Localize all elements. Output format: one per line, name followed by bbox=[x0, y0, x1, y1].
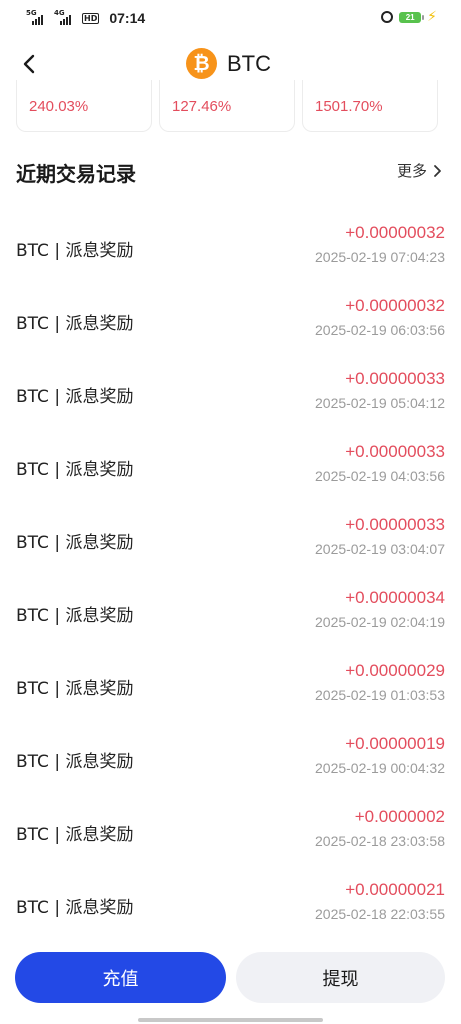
record-amount: +0.0000002 bbox=[354, 807, 445, 826]
record-label: BTC | 派息奖励 bbox=[16, 460, 134, 480]
record-time: 2025-02-19 02:04:19 bbox=[315, 614, 445, 630]
more-link[interactable]: 更多 bbox=[397, 160, 443, 181]
record-label: BTC | 派息奖励 bbox=[16, 533, 134, 553]
record-time: 2025-02-19 03:04:07 bbox=[315, 541, 445, 557]
signal-icon: 4G bbox=[54, 9, 76, 25]
record-row[interactable]: BTC | 派息奖励 +0.00000033 2025-02-19 03:04:… bbox=[0, 508, 461, 572]
record-amount: +0.00000032 bbox=[345, 296, 445, 315]
record-row[interactable]: BTC | 派息奖励 +0.0000002 2025-02-18 23:03:5… bbox=[0, 800, 461, 864]
record-row[interactable]: BTC | 派息奖励 +0.00000019 2025-02-19 00:04:… bbox=[0, 727, 461, 791]
page-title: BTC bbox=[227, 50, 271, 76]
record-time: 2025-02-18 23:03:58 bbox=[315, 833, 445, 849]
record-time: 2025-02-19 00:04:32 bbox=[315, 760, 445, 776]
record-row[interactable]: BTC | 派息奖励 +0.00000032 2025-02-19 06:03:… bbox=[0, 289, 461, 353]
record-time: 2025-02-19 07:04:23 bbox=[315, 249, 445, 265]
record-label: BTC | 派息奖励 bbox=[16, 898, 134, 918]
status-bar: 5G 4G HD 07:14 21 ⚡ bbox=[0, 0, 461, 36]
record-label: BTC | 派息奖励 bbox=[16, 314, 134, 334]
stat-card: 1501.70% bbox=[302, 80, 438, 132]
deposit-button[interactable]: 充值 bbox=[15, 952, 226, 1003]
record-row[interactable]: BTC | 派息奖励 +0.00000033 2025-02-19 05:04:… bbox=[0, 362, 461, 426]
record-time: 2025-02-19 04:03:56 bbox=[315, 468, 445, 484]
record-time: 2025-02-19 01:03:53 bbox=[315, 687, 445, 703]
section-title: 近期交易记录 bbox=[16, 162, 136, 186]
status-time: 07:14 bbox=[109, 10, 146, 26]
title-group: ₿ BTC bbox=[186, 48, 271, 79]
record-amount: +0.00000033 bbox=[345, 369, 445, 388]
stat-card: 240.03% bbox=[16, 80, 152, 132]
record-label: BTC | 派息奖励 bbox=[16, 241, 134, 261]
record-label: BTC | 派息奖励 bbox=[16, 679, 134, 699]
record-time: 2025-02-19 05:04:12 bbox=[315, 395, 445, 411]
back-button[interactable] bbox=[14, 48, 46, 80]
record-amount: +0.00000033 bbox=[345, 442, 445, 461]
charging-icon: ⚡ bbox=[427, 9, 437, 25]
record-label: BTC | 派息奖励 bbox=[16, 606, 134, 626]
record-amount: +0.00000032 bbox=[345, 223, 445, 242]
record-amount: +0.00000021 bbox=[345, 880, 445, 899]
stat-value: 240.03% bbox=[29, 98, 89, 115]
record-row[interactable]: BTC | 派息奖励 +0.00000033 2025-02-19 04:03:… bbox=[0, 435, 461, 499]
signal-icon: 5G bbox=[26, 9, 48, 25]
app-header: ₿ BTC bbox=[0, 40, 461, 80]
battery-icon: 21 bbox=[399, 11, 425, 23]
record-amount: +0.00000029 bbox=[345, 661, 445, 680]
chevron-right-icon bbox=[434, 164, 441, 177]
bitcoin-icon: ₿ bbox=[186, 48, 217, 79]
record-amount: +0.00000034 bbox=[345, 588, 445, 607]
record-row[interactable]: BTC | 派息奖励 +0.00000021 2025-02-18 22:03:… bbox=[0, 873, 461, 937]
record-row[interactable]: BTC | 派息奖励 +0.00000032 2025-02-19 07:04:… bbox=[0, 216, 461, 280]
record-row[interactable]: BTC | 派息奖励 +0.00000034 2025-02-19 02:04:… bbox=[0, 581, 461, 645]
status-right: 21 ⚡ bbox=[381, 9, 437, 25]
stat-value: 1501.70% bbox=[315, 98, 383, 115]
home-indicator[interactable] bbox=[138, 1018, 323, 1022]
record-amount: +0.00000033 bbox=[345, 515, 445, 534]
more-label: 更多 bbox=[396, 162, 427, 180]
chevron-left-icon bbox=[23, 54, 35, 74]
hd-voice-icon: HD bbox=[82, 12, 100, 24]
withdraw-button[interactable]: 提现 bbox=[236, 952, 445, 1003]
stat-card: 127.46% bbox=[159, 80, 295, 132]
record-label: BTC | 派息奖励 bbox=[16, 752, 134, 772]
record-time: 2025-02-18 22:03:55 bbox=[315, 906, 445, 922]
status-left: 5G 4G HD 07:14 bbox=[26, 9, 146, 26]
stat-value: 127.46% bbox=[172, 98, 232, 115]
record-row[interactable]: BTC | 派息奖励 +0.00000029 2025-02-19 01:03:… bbox=[0, 654, 461, 718]
record-label: BTC | 派息奖励 bbox=[16, 387, 134, 407]
alarm-icon bbox=[381, 11, 394, 23]
record-time: 2025-02-19 06:03:56 bbox=[315, 322, 445, 338]
record-amount: +0.00000019 bbox=[345, 734, 445, 753]
record-label: BTC | 派息奖励 bbox=[16, 825, 134, 845]
